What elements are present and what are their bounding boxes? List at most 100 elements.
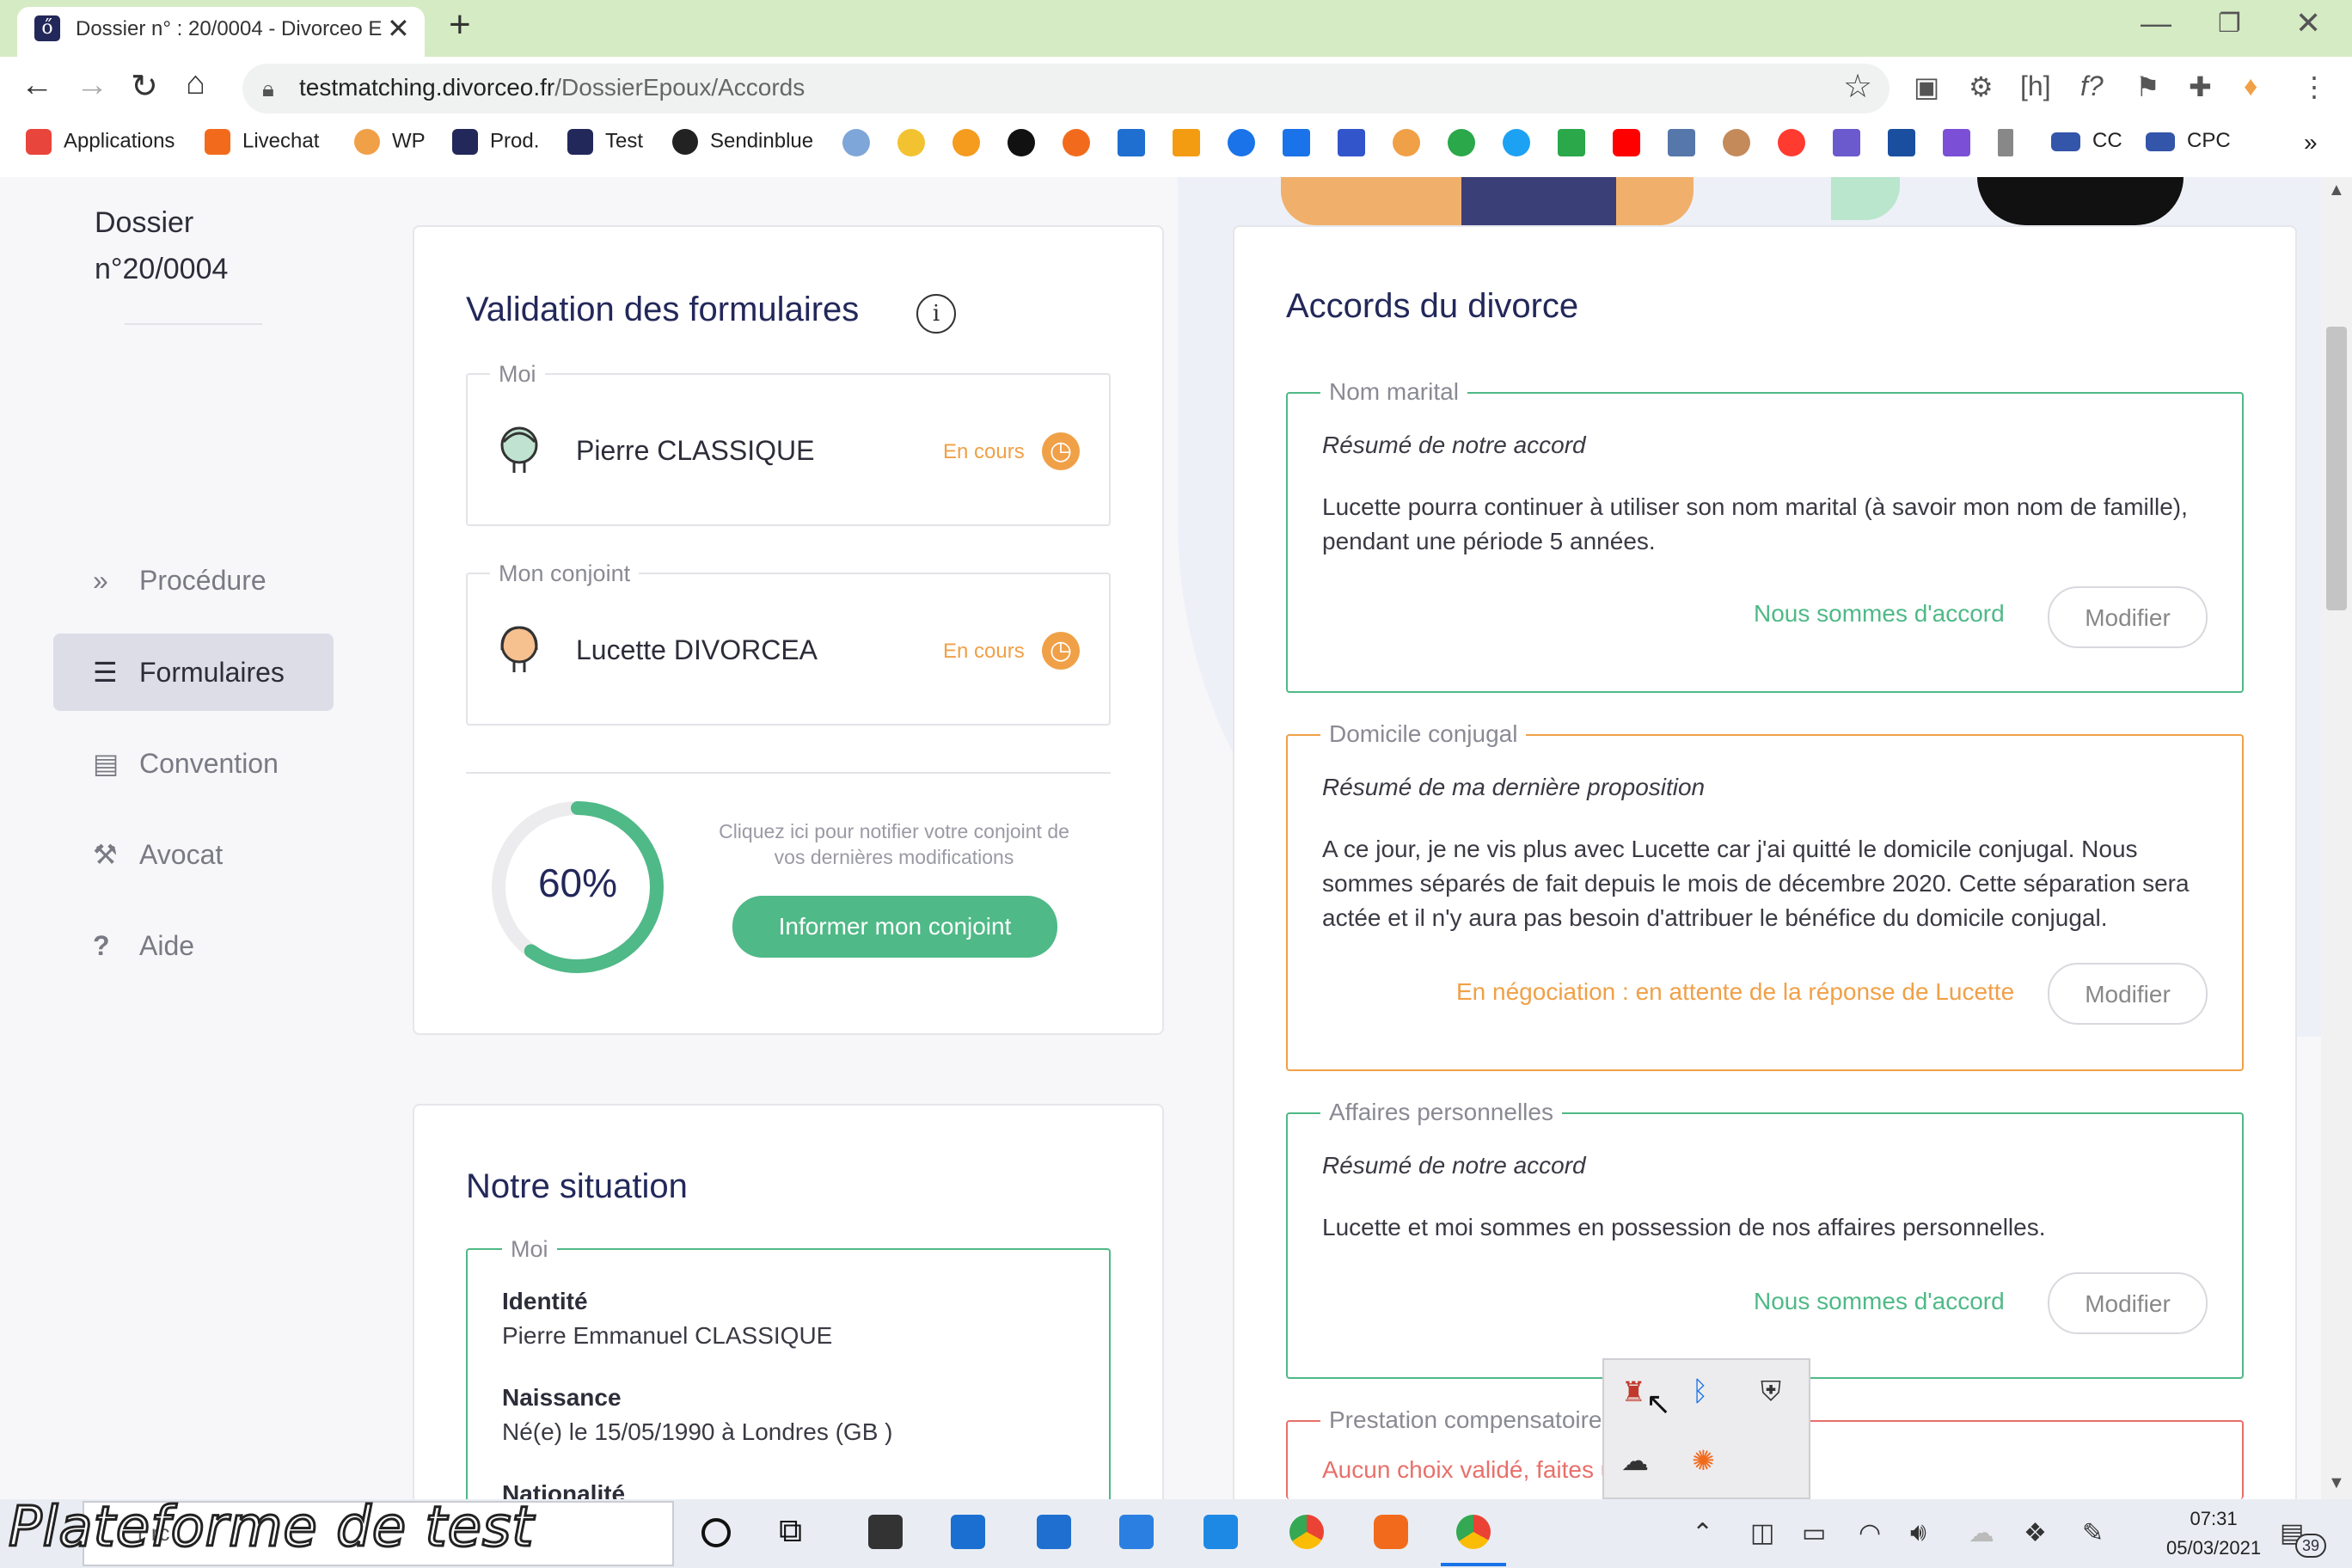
task-view-icon[interactable]: ⧉	[779, 1513, 802, 1550]
scroll-up-icon[interactable]: ▲	[2328, 181, 2345, 200]
bookmark-icon[interactable]	[1393, 129, 1420, 156]
tag-extension-icon[interactable]: ⚑	[2135, 70, 2160, 103]
info-icon[interactable]: i	[916, 294, 956, 334]
bookmark-test[interactable]: Test	[567, 129, 643, 155]
bookmark-icon[interactable]	[1338, 129, 1365, 156]
new-tab-button[interactable]: +	[449, 3, 471, 46]
nom-marital-status: Nous sommes d'accord	[1754, 600, 2005, 627]
nom-marital-modify-button[interactable]: Modifier	[2048, 586, 2208, 648]
font-extension-icon[interactable]: f?	[2080, 70, 2104, 102]
inform-spouse-button[interactable]: Informer mon conjoint	[732, 896, 1057, 958]
cloud-icon[interactable]: ☁	[1969, 1518, 1994, 1548]
show-hidden-icons-icon[interactable]: ⌃	[1692, 1518, 1713, 1548]
bookmark-icon[interactable]	[1778, 129, 1805, 156]
forward-arrow-icon[interactable]: →	[76, 67, 108, 104]
bookmark-icon[interactable]	[1283, 129, 1310, 156]
clock-icon: ◷	[1042, 632, 1080, 670]
lock-icon: 🔒︎	[262, 76, 274, 101]
bookmark-wp[interactable]: WP	[354, 129, 426, 155]
trello-icon[interactable]	[1037, 1515, 1071, 1549]
bookmark-icon[interactable]	[952, 129, 980, 156]
bookmark-cc[interactable]: CC	[2051, 129, 2122, 153]
trello-bookmark-icon[interactable]	[1118, 129, 1145, 156]
onedrive-cloud-icon[interactable]: ☁	[1621, 1444, 1649, 1477]
minimize-window-icon[interactable]: —	[2141, 5, 2171, 41]
close-window-icon[interactable]: ✕	[2295, 5, 2321, 41]
sidebar-item-procedure[interactable]: » Procédure	[53, 542, 334, 619]
wifi-icon[interactable]: ◠	[1859, 1518, 1881, 1548]
notification-count-badge: 39	[2295, 1534, 2326, 1558]
more-bookmarks-icon[interactable]: »	[2304, 129, 2318, 156]
reload-icon[interactable]: ↻	[131, 67, 158, 106]
sidebar-item-formulaires[interactable]: ☰ Formulaires	[53, 634, 334, 711]
nom-marital-resume: Résumé de notre accord	[1322, 432, 1586, 458]
restore-window-icon[interactable]: ❐	[2218, 9, 2241, 39]
bookmark-prod[interactable]: Prod.	[452, 129, 539, 155]
question-icon: ?	[93, 929, 110, 961]
security-shield-icon[interactable]: ⛨	[1761, 1375, 1781, 1408]
bookmark-icon[interactable]	[1888, 129, 1915, 156]
identity-value: Pierre Emmanuel CLASSIQUE	[502, 1322, 833, 1349]
back-arrow-icon[interactable]: ←	[21, 67, 53, 104]
bookmark-star-icon[interactable]: ☆	[1843, 67, 1872, 106]
bookmark-icon[interactable]	[1668, 129, 1695, 156]
bookmark-applications[interactable]: Applications	[26, 129, 175, 155]
nom-marital-text: Lucette pourra continuer à utiliser son …	[1322, 493, 2188, 554]
tray-device-icon[interactable]: ◫	[1750, 1518, 1774, 1548]
bookmark-cpc[interactable]: CPC	[2146, 129, 2231, 153]
bookmark-icon[interactable]	[897, 129, 925, 156]
tray-app-icon[interactable]: ♜	[1621, 1375, 1646, 1408]
menu-kebab-icon[interactable]: ⋮	[2300, 70, 2328, 103]
bookmark-icon[interactable]	[1448, 129, 1475, 156]
divorceo-extension-icon[interactable]: ♦	[2244, 70, 2257, 102]
bookmark-livechat[interactable]: Livechat	[205, 129, 319, 155]
sidebar-item-avocat[interactable]: ⚒ Avocat	[53, 816, 334, 893]
battery-icon[interactable]: ▭	[1802, 1518, 1826, 1548]
bookmark-icon[interactable]	[1833, 129, 1860, 156]
prestation-text: Aucun choix validé, faites u	[1322, 1456, 1614, 1483]
scrollbar-thumb[interactable]	[2326, 327, 2347, 610]
bookmark-icon[interactable]	[1943, 129, 1970, 156]
youtube-bookmark-icon[interactable]	[1613, 129, 1640, 156]
domicile-modify-button[interactable]: Modifier	[2048, 963, 2208, 1025]
sidebar-item-aide[interactable]: ? Aide	[53, 907, 334, 984]
close-tab-icon[interactable]: ✕	[387, 12, 410, 45]
bookmark-icon[interactable]	[1228, 129, 1255, 156]
pen-icon[interactable]: ✎	[2082, 1518, 2104, 1548]
bookmark-sendinblue[interactable]: Sendinblue	[672, 129, 813, 155]
bookmark-icon[interactable]	[1558, 129, 1585, 156]
analytics-bookmark-icon[interactable]	[1173, 129, 1200, 156]
store-icon[interactable]	[868, 1515, 903, 1549]
extension-icon[interactable]: ▣	[1914, 70, 1939, 103]
bookmark-icon[interactable]	[1503, 129, 1530, 156]
notify-hint: Cliquez ici pour notifier votre conjoint…	[719, 820, 1069, 868]
taskbar-clock[interactable]: 07:31 05/03/2021	[2166, 1504, 2261, 1563]
avast-icon[interactable]: ✺	[1692, 1444, 1715, 1477]
avatar-bookmark-icon[interactable]	[1723, 129, 1750, 156]
chrome-active-icon[interactable]	[1456, 1515, 1491, 1549]
volume-icon[interactable]: 🔊︎	[1910, 1518, 1926, 1547]
scroll-down-icon[interactable]: ▼	[2328, 1473, 2345, 1493]
home-icon[interactable]: ⌂	[186, 65, 205, 102]
livechat-icon[interactable]	[1374, 1515, 1408, 1549]
bookmark-icon[interactable]	[1998, 129, 2013, 156]
document-icon: ▤	[93, 748, 119, 779]
bookmark-icon[interactable]	[1008, 129, 1035, 156]
calendar-icon[interactable]	[1119, 1515, 1154, 1549]
chrome-icon[interactable]	[1289, 1515, 1324, 1549]
puzzle-extension-icon[interactable]: ✚	[2189, 70, 2212, 103]
affaires-modify-button[interactable]: Modifier	[2048, 1272, 2208, 1334]
outlook-icon[interactable]	[951, 1515, 985, 1549]
active-app-indicator	[1441, 1563, 1506, 1566]
birth-label: Naissance	[502, 1384, 622, 1411]
progress-label: 60%	[537, 861, 618, 905]
brackets-extension-icon[interactable]: [h]	[2020, 70, 2051, 102]
bookmark-icon[interactable]	[842, 129, 870, 156]
bookmark-icon[interactable]	[1063, 129, 1090, 156]
cortana-icon[interactable]	[701, 1518, 731, 1547]
app-icon[interactable]	[1204, 1515, 1238, 1549]
sidebar-item-convention[interactable]: ▤ Convention	[53, 725, 334, 802]
dropbox-icon[interactable]: ❖	[2024, 1518, 2047, 1548]
bluetooth-icon[interactable]: ᛒ	[1692, 1375, 1708, 1407]
gear-extension-icon[interactable]: ⚙	[1969, 70, 1994, 103]
